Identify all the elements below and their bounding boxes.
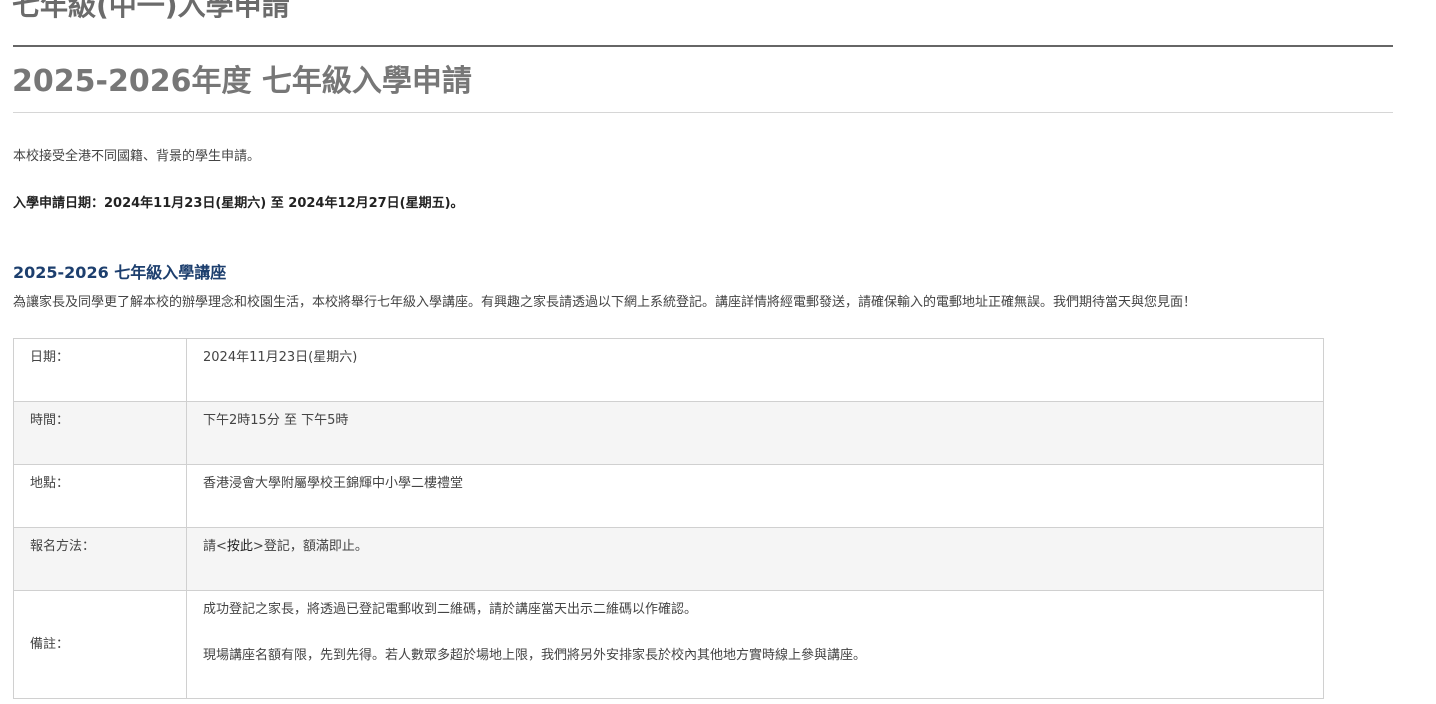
section-heading: 2025-2026年度 七年級入學申請 — [12, 64, 472, 99]
application-period: 入學申請日期：2024年11月23日(星期六) 至 2024年12月27日(星期… — [13, 196, 464, 211]
registration-value: 請<按此>登記，額滿即止。 — [186, 527, 1324, 591]
notes-line-1: 成功登記之家長，將透過已登記電郵收到二維碼，請於講座當天出示二維碼以作確認。 — [203, 602, 698, 617]
intro-text: 本校接受全港不同國籍、背景的學生申請。 — [13, 149, 261, 164]
venue-value: 香港浸會大學附屬學校王錦輝中小學二樓禮堂 — [186, 464, 1324, 528]
table-row-date: 日期： 2024年11月23日(星期六) — [13, 338, 1324, 402]
registration-suffix: >登記，額滿即止。 — [252, 539, 368, 554]
table-row-time: 時間： 下午2時15分 至 下午5時 — [13, 401, 1324, 465]
time-label: 時間： — [13, 401, 187, 465]
venue-label: 地點： — [13, 464, 187, 528]
page-title: 七年級(中一)入學申請 — [12, 0, 290, 22]
date-value: 2024年11月23日(星期六) — [186, 338, 1324, 402]
table-row-venue: 地點： 香港浸會大學附屬學校王錦輝中小學二樓禮堂 — [13, 464, 1324, 528]
table-row-notes: 備註： 成功登記之家長，將透過已登記電郵收到二維碼，請於講座當天出示二維碼以作確… — [13, 590, 1324, 699]
notes-label: 備註： — [13, 590, 187, 699]
registration-prefix: 請< — [203, 539, 227, 554]
section-divider — [13, 112, 1393, 113]
registration-label: 報名方法： — [13, 527, 187, 591]
notes-value: 成功登記之家長，將透過已登記電郵收到二維碼，請於講座當天出示二維碼以作確認。 現… — [186, 590, 1324, 699]
seminar-title: 2025-2026 七年級入學講座 — [13, 263, 227, 282]
seminar-info-table: 日期： 2024年11月23日(星期六) 時間： 下午2時15分 至 下午5時 … — [13, 338, 1324, 699]
title-divider — [13, 45, 1393, 47]
date-label: 日期： — [13, 338, 187, 402]
seminar-description: 為讓家長及同學更了解本校的辦學理念和校園生活，本校將舉行七年級入學講座。有興趣之… — [13, 295, 1197, 310]
time-value: 下午2時15分 至 下午5時 — [186, 401, 1324, 465]
registration-link[interactable]: 按此 — [227, 539, 253, 554]
table-row-registration: 報名方法： 請<按此>登記，額滿即止。 — [13, 527, 1324, 591]
notes-line-2: 現場講座名額有限，先到先得。若人數眾多超於場地上限，我們將另外安排家長於校內其他… — [203, 648, 867, 663]
